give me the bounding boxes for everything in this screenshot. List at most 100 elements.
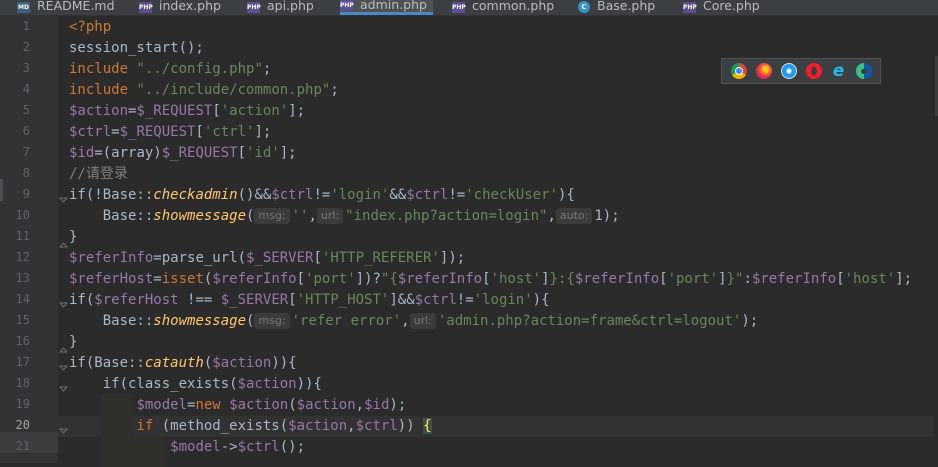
code-token: "index.php?action=login"	[345, 208, 548, 224]
code-token: [	[237, 145, 247, 161]
tab-core-php[interactable]: PHP Core.php	[683, 0, 760, 15]
code-line-5[interactable]: $action=$_REQUEST['action'];	[69, 101, 305, 122]
tab-readme-md[interactable]: MD README.md	[17, 0, 115, 15]
code-token: $id	[364, 397, 390, 413]
fold-marker-icon[interactable]	[58, 191, 69, 203]
tab-admin-php[interactable]: PHP admin.php	[340, 0, 433, 15]
code-line-13[interactable]: $referHost=isset($referInfo['port'])?"{$…	[69, 269, 912, 290]
code-line-9[interactable]: if(!Base::checkadmin()&&$ctrl!='login'&&…	[69, 185, 575, 206]
internet-explorer-icon[interactable]: e	[831, 63, 847, 80]
code-line-6[interactable]: $ctrl=$_REQUEST['ctrl'];	[69, 122, 271, 143]
fold-marker-icon[interactable]	[58, 338, 69, 353]
code-line-20[interactable]: if (method_exists($action,$ctrl)) {	[69, 416, 432, 437]
code-line-16[interactable]: }	[69, 332, 77, 353]
code-token: checkadmin	[153, 187, 238, 203]
php-class-icon: C	[578, 1, 590, 13]
fold-marker-icon[interactable]	[58, 233, 69, 248]
code-line-3[interactable]: include "../config.php";	[69, 59, 271, 80]
code-token: ()&&	[237, 187, 272, 203]
code-token: );	[602, 208, 620, 224]
code-line-7[interactable]: $id=(array)$_REQUEST['id'];	[69, 143, 297, 164]
code-token: $model	[136, 397, 188, 413]
fold-marker-icon[interactable]	[58, 422, 69, 434]
line-number: 1	[22, 19, 30, 33]
code-token: [	[482, 271, 491, 287]
code-token: :	[743, 271, 752, 287]
code-token: 'port'	[305, 271, 356, 287]
edge-icon[interactable]	[855, 63, 872, 79]
code-token: ]	[718, 271, 727, 287]
chrome-icon[interactable]	[730, 63, 747, 79]
code-token: catauth	[144, 355, 204, 371]
code-token: session_start();	[69, 40, 204, 56]
editor-scrollbar[interactable]	[934, 16, 938, 463]
code-line-14[interactable]: if($referHost !== $_SERVER['HTTP_HOST']&…	[69, 290, 550, 311]
code-token: 'checkUser'	[465, 187, 558, 203]
code-line-12[interactable]: $referInfo=parse_url($_SERVER['HTTP_REFE…	[69, 248, 465, 269]
line-number: 5	[22, 103, 30, 117]
parameter-hint: msg:	[254, 313, 290, 329]
fold-marker-icon[interactable]	[58, 359, 69, 371]
code-token: ->	[220, 439, 238, 455]
line-number: 16	[15, 334, 30, 348]
code-token: $ctrl	[271, 187, 314, 203]
safari-icon[interactable]	[780, 63, 797, 79]
code-token: ,	[308, 208, 317, 224]
markdown-file-icon: MD	[17, 1, 30, 13]
code-token: [	[313, 250, 322, 266]
code-token: [	[836, 271, 845, 287]
opera-icon[interactable]	[805, 63, 822, 79]
line-number-gutter[interactable]: 1 2 3 4 5 6 7 8 9 10 11 12 13 14 15 16 17 18 19 20 21	[0, 16, 58, 463]
code-token: 'login'	[330, 187, 390, 203]
code-line-17[interactable]: if(Base::catauth($action)){	[69, 353, 297, 374]
tab-label: admin.php	[360, 0, 427, 12]
code-token: (	[288, 397, 297, 413]
code-token: 'ctrl'	[203, 124, 255, 140]
code-token: 'port'	[667, 271, 719, 287]
fold-marker-icon[interactable]	[58, 296, 69, 308]
line-number: 6	[22, 124, 30, 138]
code-line-11[interactable]: }	[69, 227, 77, 248]
code-line-19[interactable]: $model=new $action($action,$id);	[69, 395, 406, 416]
line-number: 19	[15, 397, 30, 411]
parameter-hint: url:	[316, 208, 344, 224]
line-number: 17	[15, 355, 30, 369]
tab-label: Core.php	[703, 0, 760, 13]
code-token: $_SERVER	[220, 292, 289, 308]
tab-api-php[interactable]: PHP api.php	[247, 0, 314, 15]
code-line-15[interactable]: Base::showmessage(msg:'refer error', url:…	[69, 311, 758, 332]
code-line-2[interactable]: session_start();	[69, 38, 204, 59]
tab-index-php[interactable]: PHP index.php	[139, 0, 221, 15]
parameter-hint: url:	[409, 313, 436, 329]
code-line-1[interactable]: <?php	[69, 17, 111, 38]
fold-marker-icon[interactable]	[58, 380, 69, 392]
line-number: 3	[22, 61, 30, 75]
code-token: ();	[279, 439, 306, 455]
tab-common-php[interactable]: PHP common.php	[452, 0, 554, 15]
code-token: [	[212, 103, 221, 119]
code-line-18[interactable]: if(class_exists($action)){	[69, 374, 322, 395]
line-number: 4	[22, 82, 30, 96]
firefox-icon[interactable]	[755, 63, 772, 79]
line-number: 2	[22, 40, 30, 54]
code-line-4[interactable]: include "../include/common.php";	[69, 80, 339, 101]
line-number: 8	[22, 166, 30, 180]
code-token: [	[195, 124, 204, 140]
code-line-10[interactable]: Base::showmessage(msg: '', url: "index.php?…	[69, 206, 620, 227]
code-token: 'HTTP_HOST'	[296, 292, 390, 308]
code-line-8[interactable]: //请登录	[69, 164, 128, 185]
code-token: showmessage	[153, 208, 247, 224]
code-token: }	[69, 229, 78, 245]
code-line-21[interactable]: $model->$ctrl();	[69, 437, 305, 458]
code-token: new	[195, 397, 221, 413]
code-token: 'action'	[220, 103, 289, 119]
code-token: $ctrl	[355, 418, 398, 434]
code-token: $ctrl	[237, 439, 280, 455]
code-token: }:{	[549, 271, 575, 287]
tab-base-php[interactable]: C Base.php	[578, 0, 655, 15]
code-token: (	[246, 313, 255, 329]
code-token: ]	[541, 271, 550, 287]
code-token: ))	[397, 418, 424, 434]
